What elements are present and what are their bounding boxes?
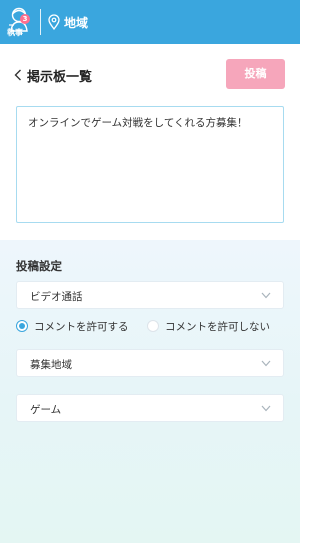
call-type-value: ビデオ通話	[30, 291, 83, 303]
comments-allow-radio[interactable]: コメントを許可する	[16, 318, 129, 334]
page-title: 掲示板一覧	[27, 70, 93, 85]
post-settings-panel: 投稿設定 ビデオ通話 コメントを許可する コメントを許可しない 募集地域 ゲーム	[0, 240, 300, 543]
chevron-down-icon	[261, 292, 271, 299]
region-select[interactable]: 募集地域	[16, 349, 284, 377]
comments-deny-radio[interactable]: コメントを許可しない	[147, 318, 270, 334]
radio-unchecked	[147, 320, 159, 332]
topbar-divider	[40, 9, 41, 35]
butler-label: 執事	[7, 28, 23, 37]
region-button[interactable]: 地域	[48, 12, 88, 32]
region-label: 地域	[64, 15, 89, 30]
category-select-value: ゲーム	[30, 404, 62, 416]
chevron-left-icon[interactable]	[14, 69, 22, 81]
location-pin-icon	[48, 14, 60, 30]
post-button[interactable]: 投稿	[226, 59, 285, 89]
top-bar: 執事 3 地域	[0, 0, 300, 44]
comments-allow-label: コメントを許可する	[34, 320, 129, 333]
chevron-down-icon	[261, 360, 271, 367]
call-type-select[interactable]: ビデオ通話	[16, 281, 284, 309]
settings-title: 投稿設定	[16, 259, 62, 273]
radio-checked	[16, 320, 28, 332]
comments-deny-label: コメントを許可しない	[165, 320, 270, 333]
message-input[interactable]: オンラインでゲーム対戦をしてくれる方募集！	[16, 106, 284, 223]
region-select-value: 募集地域	[30, 359, 72, 371]
category-select[interactable]: ゲーム	[16, 394, 284, 422]
chevron-down-icon	[261, 405, 271, 412]
page-header: 掲示板一覧 投稿	[0, 58, 300, 92]
notification-badge: 3	[20, 14, 30, 24]
